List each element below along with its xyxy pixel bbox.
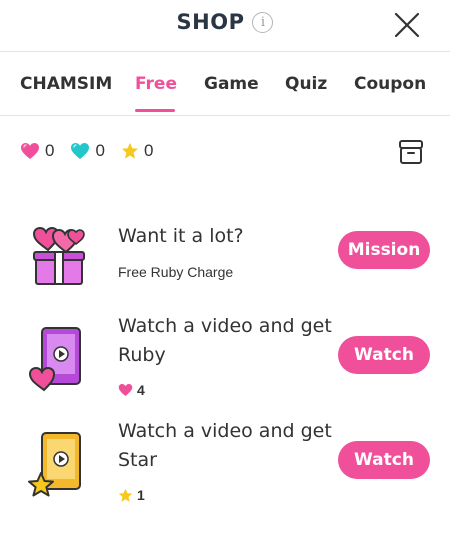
star-count: 0 (143, 141, 154, 160)
blue-ruby-count: 0 (95, 141, 105, 160)
archive-box-icon[interactable] (397, 138, 425, 166)
pink-heart-icon (21, 143, 39, 159)
balance-bar: 0 0 0 (20, 141, 169, 161)
blue-heart-icon (71, 143, 90, 159)
star-balance: 0 (121, 141, 153, 161)
active-tab-indicator (135, 109, 175, 112)
offer-subtitle: Free Ruby Charge (118, 264, 234, 280)
pink-ruby-balance: 0 (20, 141, 54, 161)
tab-game[interactable]: Game (204, 74, 259, 94)
offer-row-watch-star: Watch a video and get Star 1 Watch (0, 415, 450, 510)
heart-icon (118, 384, 133, 396)
offer-title-line2: Star (118, 449, 157, 471)
gift-box-hearts-icon (32, 226, 85, 285)
close-icon[interactable] (392, 10, 422, 40)
page-title: SHOP (176, 10, 245, 34)
offer-title-line1: Watch a video and get (118, 315, 332, 337)
title-wrap: SHOP i (0, 10, 450, 34)
offer-row-mission: Want it a lot? Free Ruby Charge Mission (0, 220, 450, 300)
offer-title-line1: Watch a video and get (118, 420, 332, 442)
pink-ruby-count: 0 (45, 141, 55, 160)
tab-chamsim[interactable]: CHAMSIM (20, 74, 112, 94)
blue-ruby-balance: 0 (70, 141, 105, 161)
tab-quiz[interactable]: Quiz (285, 74, 327, 94)
ruby-reward: 4 (118, 382, 145, 398)
star-icon (121, 142, 139, 159)
offer-row-watch-ruby: Watch a video and get Ruby 4 Watch (0, 310, 450, 400)
ruby-reward-value: 4 (137, 382, 145, 398)
tab-coupon[interactable]: Coupon (354, 74, 426, 94)
watch-ruby-button[interactable]: Watch (338, 336, 430, 374)
star-reward-value: 1 (137, 487, 145, 503)
info-icon[interactable]: i (252, 11, 274, 33)
offer-title: Want it a lot? (118, 225, 244, 247)
video-phone-heart-icon (28, 327, 81, 392)
offer-title-line2: Ruby (118, 344, 166, 366)
star-icon (118, 488, 133, 502)
tab-free[interactable]: Free (135, 74, 177, 94)
header: SHOP i (0, 0, 450, 52)
video-phone-star-icon (28, 432, 81, 497)
mission-button[interactable]: Mission (338, 231, 430, 269)
star-reward: 1 (118, 487, 145, 503)
tab-bar: CHAMSIM Free Game Quiz Coupon (0, 52, 450, 116)
watch-star-button[interactable]: Watch (338, 441, 430, 479)
